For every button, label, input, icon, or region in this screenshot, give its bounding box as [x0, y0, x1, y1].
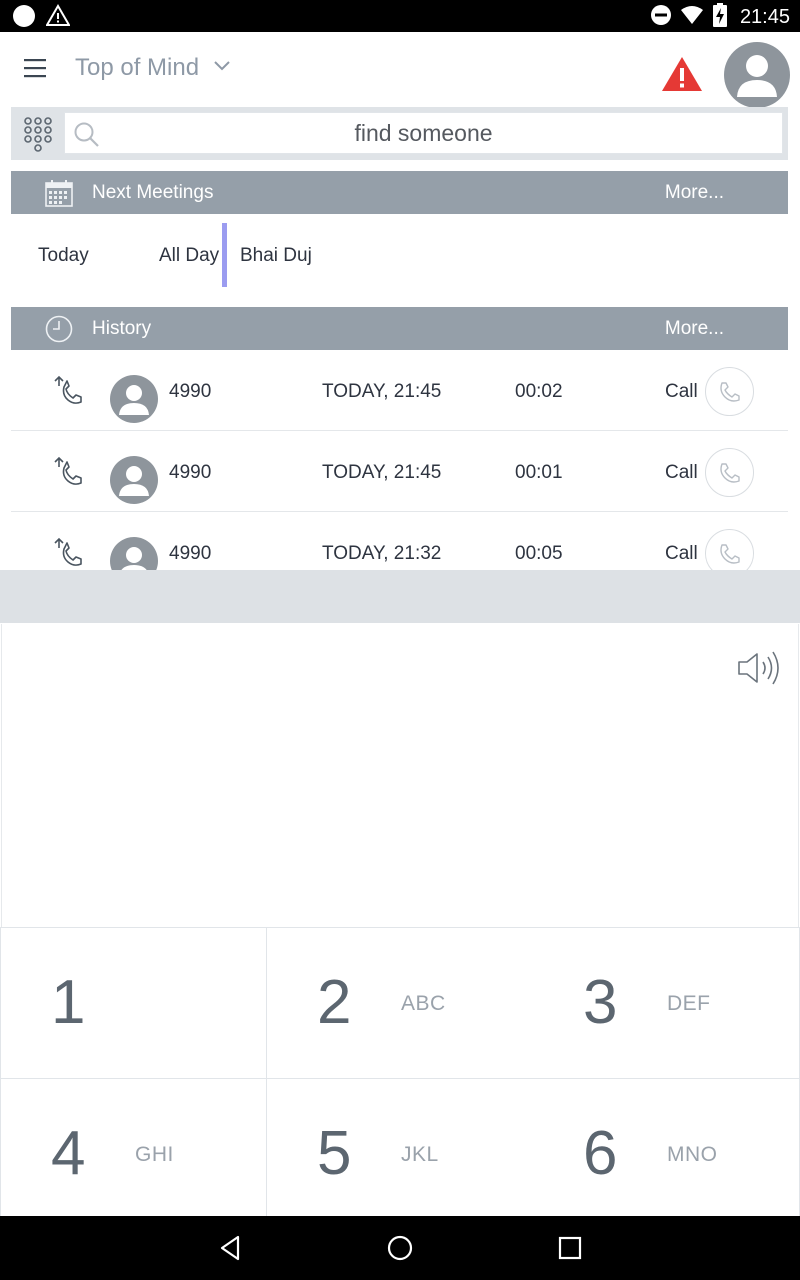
contact-avatar	[110, 456, 158, 504]
meeting-day: Today	[38, 245, 89, 266]
history-list: 4990 TODAY, 21:45 00:02 Call 4990 TODAY,…	[11, 350, 788, 570]
outgoing-call-icon	[51, 455, 85, 494]
history-header: History More...	[11, 307, 788, 350]
contact-number: 4990	[169, 381, 212, 402]
outgoing-call-icon	[51, 374, 85, 413]
call-time: TODAY, 21:45	[322, 462, 442, 483]
meeting-color-stripe	[222, 223, 227, 287]
phone-icon	[719, 543, 740, 564]
recents-icon[interactable]	[552, 1230, 588, 1266]
back-icon[interactable]	[212, 1230, 248, 1266]
home-icon[interactable]	[382, 1230, 418, 1266]
next-meetings-header: Next Meetings More...	[11, 171, 788, 214]
call-time: TODAY, 21:45	[322, 381, 442, 402]
history-more-link[interactable]: More...	[665, 318, 724, 340]
contact-avatar	[110, 537, 158, 570]
system-nav-bar	[0, 1216, 800, 1280]
meetings-more-link[interactable]: More...	[665, 182, 724, 204]
call-duration: 00:02	[515, 381, 563, 402]
history-row[interactable]: 4990 TODAY, 21:45 00:02 Call	[11, 350, 788, 431]
view-selector[interactable]: Top of Mind	[75, 54, 231, 82]
contact-number: 4990	[169, 462, 212, 483]
key-digit: 5	[317, 1119, 352, 1188]
key-2[interactable]: 2 ABC	[267, 928, 534, 1079]
meeting-time: All Day	[159, 245, 220, 266]
call-label: Call	[665, 381, 698, 402]
key-digit: 4	[51, 1119, 86, 1188]
app-header: Top of Mind	[0, 32, 800, 108]
calendar-icon	[44, 178, 74, 213]
key-letters: DEF	[667, 992, 711, 1015]
speaker-icon[interactable]	[735, 644, 783, 692]
meeting-item[interactable]: Today All Day Bhai Duj	[11, 214, 788, 307]
history-label: History	[92, 318, 152, 339]
key-4[interactable]: 4 GHI	[0, 1079, 267, 1230]
alert-triangle-icon[interactable]	[660, 54, 704, 94]
key-3[interactable]: 3 DEF	[533, 928, 800, 1079]
meeting-title[interactable]: Bhai Duj	[240, 245, 312, 267]
status-bar: 21:45	[0, 0, 800, 32]
key-letters: MNO	[667, 1143, 718, 1166]
key-1[interactable]: 1	[0, 928, 267, 1079]
key-6[interactable]: 6 MNO	[533, 1079, 800, 1230]
battery-charging-icon	[712, 3, 728, 32]
call-button[interactable]	[705, 367, 754, 416]
call-time: TODAY, 21:32	[322, 543, 442, 564]
phone-icon	[719, 381, 740, 402]
notification-dot-icon	[12, 4, 36, 33]
contact-avatar	[110, 375, 158, 423]
user-avatar-icon[interactable]	[724, 42, 790, 108]
phone-icon	[719, 462, 740, 483]
hamburger-menu-icon[interactable]	[22, 56, 58, 86]
key-letters: JKL	[401, 1143, 439, 1166]
chevron-down-icon	[213, 59, 231, 77]
search-icon	[74, 122, 99, 147]
outgoing-call-icon	[51, 536, 85, 570]
history-row[interactable]: 4990 TODAY, 21:45 00:01 Call	[11, 431, 788, 512]
call-duration: 00:05	[515, 543, 563, 564]
dialpad-icon[interactable]	[11, 107, 64, 160]
call-label: Call	[665, 543, 698, 564]
history-row[interactable]: 4990 TODAY, 21:32 00:05 Call	[11, 512, 788, 570]
keypad: 1 2 ABC 3 DEF 4 GHI 5 JKL 6 MNO	[0, 927, 800, 1230]
key-letters: GHI	[135, 1143, 174, 1166]
warning-icon	[45, 4, 71, 33]
call-label: Call	[665, 462, 698, 483]
search-field	[64, 112, 783, 154]
next-meetings-label: Next Meetings	[92, 182, 214, 203]
dial-display	[1, 624, 799, 927]
call-button[interactable]	[705, 448, 754, 497]
key-digit: 1	[51, 968, 86, 1037]
page-title: Top of Mind	[75, 54, 200, 81]
call-button[interactable]	[705, 529, 754, 570]
contact-number: 4990	[169, 543, 212, 564]
clock-icon	[44, 314, 74, 349]
wifi-icon	[680, 4, 704, 31]
search-input[interactable]	[65, 113, 782, 153]
key-digit: 3	[583, 968, 618, 1037]
key-letters: ABC	[401, 992, 446, 1015]
key-digit: 6	[583, 1119, 618, 1188]
key-5[interactable]: 5 JKL	[267, 1079, 534, 1230]
call-duration: 00:01	[515, 462, 563, 483]
do-not-disturb-icon	[650, 4, 672, 31]
key-digit: 2	[317, 968, 352, 1037]
search-bar	[11, 107, 788, 160]
panel-divider[interactable]	[0, 570, 800, 623]
status-time: 21:45	[739, 6, 790, 28]
